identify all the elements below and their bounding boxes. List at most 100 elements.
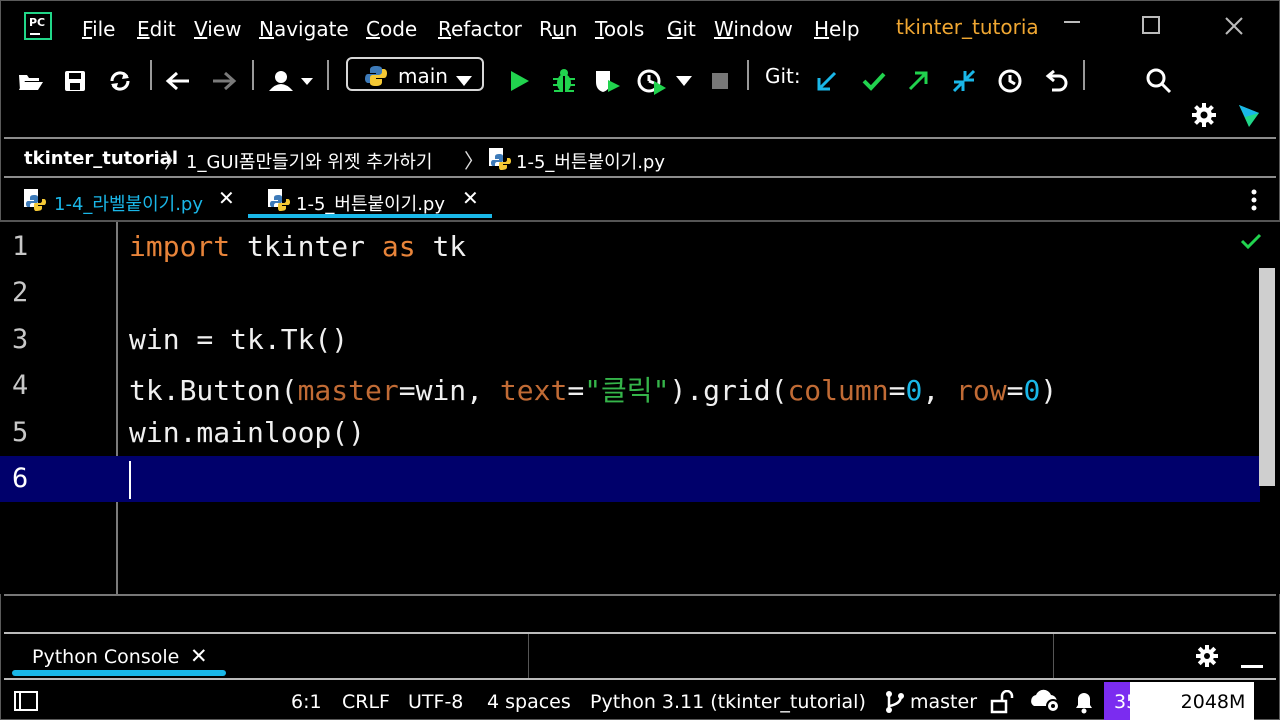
tab-label: 1-4_라벨붙이기.py	[54, 194, 203, 215]
toolbar-separator	[327, 60, 329, 90]
cloud-settings-icon[interactable]	[1028, 688, 1062, 719]
breadcrumb-separator: 〉	[464, 149, 484, 173]
git-label: Git:	[765, 64, 801, 88]
close-tab-icon[interactable]: ✕	[218, 186, 235, 210]
code-line[interactable]: 4 tk.Button(master=win, text="클릭").grid(…	[0, 363, 1260, 409]
unlock-icon[interactable]	[990, 689, 1014, 719]
panel-toggle-icon[interactable]	[14, 691, 38, 716]
line-number: 2	[12, 277, 29, 308]
git-push-icon[interactable]	[901, 64, 935, 98]
minimize-icon[interactable]	[1062, 12, 1082, 38]
code-text: import tkinter as tk	[129, 230, 467, 263]
code-line[interactable]: 2	[0, 270, 1260, 316]
menu-edit[interactable]: Edit	[137, 17, 176, 41]
divider	[4, 594, 1276, 596]
stop-icon[interactable]	[703, 64, 737, 98]
close-tab-icon[interactable]: ✕	[462, 186, 479, 210]
plugin-icon[interactable]	[1232, 98, 1266, 132]
menu-git[interactable]: Git	[667, 17, 696, 41]
text-caret	[129, 461, 131, 499]
line-number: 6	[12, 463, 29, 494]
git-update-icon[interactable]	[810, 64, 844, 98]
sync-icon[interactable]	[103, 64, 137, 98]
save-icon[interactable]	[58, 64, 92, 98]
settings-icon[interactable]	[1187, 98, 1221, 132]
menu-navigate[interactable]: Navigate	[259, 17, 349, 41]
line-number: 4	[12, 370, 29, 401]
breadcrumb-folder[interactable]: 1_GUI폼만들기와 위젯 추가하기	[186, 148, 433, 174]
git-branch[interactable]: master	[910, 691, 977, 713]
pycharm-logo-icon[interactable]: PC	[24, 12, 52, 40]
line-number: 1	[12, 231, 29, 262]
python-file-icon	[487, 146, 511, 175]
chevron-down-icon	[456, 71, 472, 90]
memory-indicator[interactable]: 359 of 2048M	[1104, 682, 1254, 720]
user-icon[interactable]	[266, 64, 318, 98]
divider	[4, 137, 1276, 139]
active-tool-indicator	[12, 670, 226, 676]
menu-refactor[interactable]: Refactor	[438, 17, 522, 41]
editor-scrollbar[interactable]	[1259, 268, 1275, 486]
git-commit-icon[interactable]	[857, 64, 891, 98]
menu-run[interactable]: Run	[539, 17, 577, 41]
tab-python-console[interactable]: Python Console	[32, 646, 179, 668]
breadcrumb-project[interactable]: tkinter_tutorial	[24, 148, 178, 169]
settings-icon[interactable]	[1195, 644, 1219, 672]
breadcrumb-file[interactable]: 1-5_버튼붙이기.py	[516, 148, 665, 174]
python-file-icon	[22, 187, 46, 215]
file-encoding[interactable]: UTF-8	[408, 691, 463, 713]
python-file-icon	[266, 187, 290, 215]
run-configuration-selector[interactable]: main	[346, 57, 484, 91]
search-icon[interactable]	[1142, 64, 1176, 98]
code-editor[interactable]: 1 import tkinter as tk 2 3 win = tk.Tk()…	[0, 222, 1280, 594]
menu-view[interactable]: View	[194, 17, 241, 41]
line-separator[interactable]: CRLF	[342, 691, 390, 713]
back-icon[interactable]	[161, 64, 195, 98]
code-text: tk.Button(master=win, text="클릭").grid(co…	[129, 374, 1058, 407]
notifications-icon[interactable]	[1073, 690, 1095, 719]
rollback-icon[interactable]	[1040, 64, 1074, 98]
toolbar-separator	[747, 60, 749, 90]
main-toolbar: main Git:	[0, 56, 1280, 138]
caret-position[interactable]: 6:1	[291, 691, 322, 713]
history-icon[interactable]	[993, 64, 1027, 98]
coverage-icon[interactable]	[590, 64, 624, 98]
toolbar-separator	[252, 60, 254, 90]
code-text: win = tk.Tk()	[129, 323, 349, 356]
tab-label: 1-5_버튼붙이기.py	[296, 194, 445, 215]
close-console-icon[interactable]: ✕	[190, 644, 208, 668]
status-bar: 6:1 CRLF UTF-8 4 spaces Python 3.11 (tki…	[0, 682, 1280, 720]
menu-file[interactable]: File	[82, 17, 115, 41]
menu-code[interactable]: Code	[366, 17, 417, 41]
run-icon[interactable]	[502, 64, 536, 98]
divider	[1053, 634, 1054, 678]
inspection-ok-icon[interactable]	[1240, 232, 1262, 254]
forward-icon[interactable]	[207, 64, 241, 98]
profile-icon[interactable]	[634, 64, 670, 98]
code-line-current[interactable]: 6	[0, 456, 1260, 502]
maximize-icon[interactable]	[1142, 16, 1162, 42]
indent-setting[interactable]: 4 spaces	[487, 691, 571, 713]
git-compare-icon[interactable]	[947, 64, 981, 98]
toolbar-separator	[1083, 60, 1085, 90]
code-line[interactable]: 1 import tkinter as tk	[0, 224, 1260, 270]
minimize-panel-icon[interactable]	[1241, 654, 1265, 673]
menu-tools[interactable]: Tools	[595, 17, 644, 41]
breadcrumb: tkinter_tutorial 〉 1_GUI폼만들기와 위젯 추가하기 〉 …	[0, 140, 1280, 176]
editor-tab-bar: 1-4_라벨붙이기.py ✕ 1-5_버튼붙이기.py ✕	[0, 178, 1280, 220]
more-run-options-icon[interactable]	[670, 64, 698, 98]
more-tabs-icon[interactable]	[1244, 188, 1264, 216]
code-line[interactable]: 5 win.mainloop()	[0, 410, 1260, 456]
window-title-project: tkinter_tutoria	[896, 15, 1039, 39]
menu-help[interactable]: Help	[814, 17, 860, 41]
tab-1-4-label[interactable]: 1-4_라벨붙이기.py ✕	[20, 178, 244, 220]
debug-icon[interactable]	[547, 64, 581, 98]
python-interpreter[interactable]: Python 3.11 (tkinter_tutorial)	[590, 691, 866, 713]
breadcrumb-separator: 〉	[164, 149, 184, 173]
menu-window[interactable]: Window	[714, 17, 793, 41]
open-folder-icon[interactable]	[14, 64, 48, 98]
code-line[interactable]: 3 win = tk.Tk()	[0, 317, 1260, 363]
close-window-icon[interactable]	[1224, 16, 1244, 42]
python-icon	[364, 64, 388, 92]
divider	[528, 634, 529, 678]
